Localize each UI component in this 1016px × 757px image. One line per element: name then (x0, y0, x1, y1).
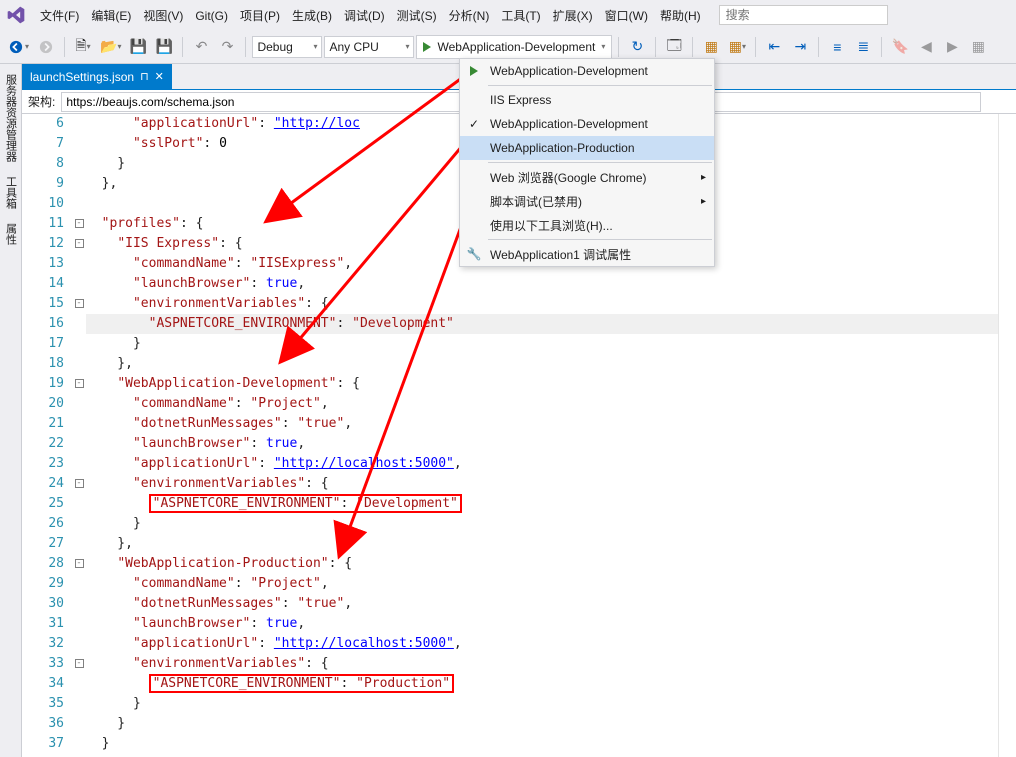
menubar-item[interactable]: 窗口(W) (599, 5, 654, 27)
menubar-item[interactable]: 生成(B) (286, 5, 338, 27)
tb-indent-out-button[interactable]: ⇤ (762, 35, 786, 59)
tb-bookmark-button[interactable]: 🔖 (888, 35, 912, 59)
vs-logo-icon (6, 5, 26, 25)
tb-uncomment-button[interactable]: ≣ (851, 35, 875, 59)
menubar-item[interactable]: 视图(V) (137, 5, 189, 27)
menubar-item[interactable]: 测试(S) (391, 5, 443, 27)
dropdown-item[interactable]: 使用以下工具浏览(H)... (460, 213, 714, 237)
side-tab-toolbox[interactable]: 工具箱 (1, 170, 21, 215)
redo-button[interactable]: ↷ (215, 35, 239, 59)
tb-icon-2[interactable]: ▦ (699, 35, 723, 59)
tb-bmk-prev-button[interactable]: ◀ (914, 35, 938, 59)
run-target-dropdown: WebApplication-Development IIS Express✓We… (459, 58, 715, 267)
nav-fwd-button[interactable] (34, 35, 58, 59)
doc-tab-label: launchSettings.json (30, 70, 134, 84)
undo-button[interactable]: ↶ (189, 35, 213, 59)
menubar-item[interactable]: 项目(P) (234, 5, 286, 27)
refresh-button[interactable]: ↻ (625, 35, 649, 59)
tb-comment-button[interactable]: ≡ (825, 35, 849, 59)
menubar-item[interactable]: 文件(F) (34, 5, 85, 27)
menubar-item[interactable]: 工具(T) (495, 5, 546, 27)
tb-bmk-next-button[interactable]: ▶ (940, 35, 964, 59)
menubar-item[interactable]: 扩展(X) (547, 5, 599, 27)
side-tab-properties[interactable]: 属性 (1, 217, 21, 251)
dropdown-item[interactable]: Web 浏览器(Google Chrome) (460, 165, 714, 189)
save-button[interactable]: 💾 (126, 35, 150, 59)
dropdown-item[interactable]: IIS Express (460, 88, 714, 112)
pin-icon[interactable]: ⊓ (140, 70, 149, 83)
menubar-search[interactable] (719, 5, 888, 25)
schema-label: 架构: (28, 93, 55, 110)
dropdown-item[interactable]: 脚本调试(已禁用) (460, 189, 714, 213)
dropdown-item[interactable]: ✓WebApplication-Development (460, 112, 714, 136)
doc-tab-active[interactable]: launchSettings.json ⊓ ✕ (22, 64, 172, 89)
platform-value: Any CPU (329, 40, 378, 54)
menubar: 文件(F)编辑(E)视图(V)Git(G)项目(P)生成(B)调试(D)测试(S… (0, 0, 1016, 30)
tb-grid-button[interactable]: ▦ (966, 35, 990, 59)
menubar-item[interactable]: Git(G) (189, 5, 234, 27)
fold-column[interactable]: ------- (72, 114, 86, 757)
dropdown-item[interactable]: 🔧WebApplication1 调试属性 (460, 242, 714, 266)
run-target-label: WebApplication-Development (437, 40, 595, 54)
config-dropdown[interactable]: Debug▾ (252, 36, 322, 58)
line-number-gutter: 6789101112131415161718192021222324252627… (22, 114, 72, 757)
menubar-item[interactable]: 编辑(E) (85, 5, 137, 27)
platform-dropdown[interactable]: Any CPU▾ (324, 36, 414, 58)
menubar-item[interactable]: 分析(N) (443, 5, 496, 27)
scrollbar-margin[interactable] (998, 114, 1016, 757)
play-icon (423, 42, 431, 52)
new-project-button[interactable]: 🗎▾ (71, 35, 95, 59)
menubar-item[interactable]: 帮助(H) (654, 5, 707, 27)
open-file-button[interactable]: 📂▾ (97, 35, 124, 59)
config-value: Debug (257, 40, 292, 54)
nav-back-button[interactable]: ▾ (6, 35, 32, 59)
menubar-item[interactable]: 调试(D) (338, 5, 391, 27)
side-tab-strip: 服务器资源管理器 工具箱 属性 (0, 64, 22, 757)
dropdown-item[interactable]: WebApplication-Development (460, 59, 714, 83)
tb-icon-3[interactable]: ▦▾ (725, 35, 749, 59)
run-button[interactable]: WebApplication-Development▾ (416, 35, 612, 59)
close-icon[interactable]: ✕ (155, 70, 164, 83)
save-all-button[interactable]: 💾 (152, 35, 176, 59)
tb-icon-1[interactable]: 🗔 (662, 35, 686, 59)
side-tab-server-explorer[interactable]: 服务器资源管理器 (1, 68, 21, 168)
tb-indent-in-button[interactable]: ⇥ (788, 35, 812, 59)
dropdown-item[interactable]: WebApplication-Production (460, 136, 714, 160)
